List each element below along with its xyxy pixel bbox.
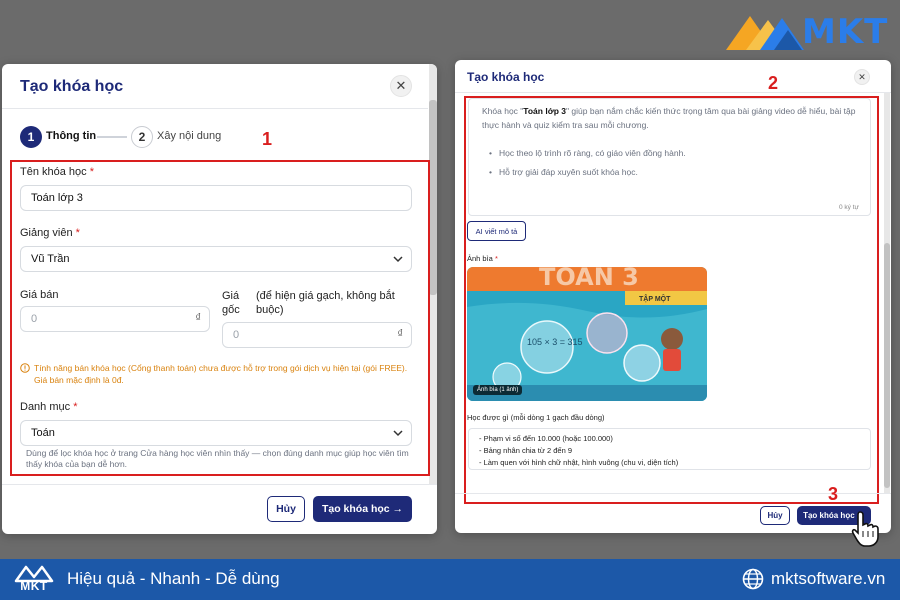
learn-label: Học được gì (mỗi dòng 1 gạch đầu dòng) (467, 413, 605, 422)
annotation-number-2: 2 (768, 73, 779, 93)
cover-ribbon: TẬP MỘT (639, 294, 671, 303)
brand-logo: MKT (724, 10, 894, 56)
cover-label: Ảnh bìa * (467, 254, 498, 263)
create-course-dialog-info: Tạo khóa học ✕ 1 Thông tin 2 Xây nội dun… (2, 64, 437, 534)
annotation-number-1: 1 (262, 129, 273, 149)
step-connector (97, 136, 127, 138)
scroll-thumb[interactable] (429, 100, 437, 295)
info-warning-icon (20, 363, 30, 373)
category-hint: Dùng để lọc khóa học ở trang Cửa hàng họ… (26, 448, 409, 469)
create-course-button[interactable]: Tạo khóa học → (313, 496, 412, 522)
divider (455, 92, 891, 93)
step-1-label[interactable]: Thông tin (46, 130, 96, 142)
cover-title: TOÁN 3 (539, 267, 639, 291)
description-bullet: Hỗ trợ giải đáp xuyên suốt khóa học. (489, 167, 638, 177)
divider (2, 108, 428, 109)
step-2-indicator[interactable]: 2 (131, 126, 153, 148)
description-text: Khóa học "Toán lớp 3" giúp bạn nắm chắc … (482, 106, 856, 130)
teacher-label: Giảng viên * (20, 227, 80, 239)
category-label: Danh mục * (20, 401, 78, 413)
char-count: 0 ký tự (839, 204, 859, 211)
price-label: Giá bán (20, 289, 59, 301)
footer-slogan: Hiệu quả - Nhanh - Dễ dùng (67, 569, 280, 588)
cover-illustration: TOÁN 3 TẬP MỘT 105 × 3 = 315 (467, 267, 707, 401)
step-1-indicator[interactable]: 1 (20, 126, 42, 148)
scrollbar[interactable] (429, 64, 437, 484)
category-select[interactable]: Toán (20, 420, 412, 446)
original-price-note: (để hiện giá gạch, không bắt buộc) (256, 290, 395, 316)
cancel-button[interactable]: Hủy (267, 496, 305, 522)
step-2-label[interactable]: Xây nội dung (157, 130, 221, 142)
cover-math: 105 × 3 = 315 (527, 337, 583, 347)
currency-symbol: ₫ (195, 312, 201, 324)
chevron-down-icon (393, 256, 403, 263)
close-button[interactable]: ✕ (390, 75, 412, 97)
footer-bar: MKT Hiệu quả - Nhanh - Dễ dùng mktsoftwa… (0, 559, 900, 600)
course-name-label: Tên khóa học * (20, 166, 94, 178)
description-bullet: Học theo lộ trình rõ ràng, có giáo viên … (489, 148, 686, 158)
footer-website[interactable]: mktsoftware.vn (771, 569, 885, 589)
ai-write-description-button[interactable]: AI viết mô tả (467, 221, 526, 241)
globe-icon (742, 568, 764, 590)
payment-warning: Tính năng bán khóa học (Cổng thanh toán)… (20, 362, 418, 386)
learn-line: - Bảng nhân chia từ 2 đến 9 (479, 446, 573, 455)
original-price-input[interactable]: 0 ₫ (222, 322, 412, 348)
close-button[interactable]: ✕ (854, 69, 870, 85)
footer-logo-text: MKT (20, 579, 48, 593)
hand-pointer-icon (851, 511, 879, 547)
annotation-number-3: 3 (828, 484, 839, 504)
brand-name: MKT (802, 12, 889, 52)
scrollbar[interactable] (884, 93, 890, 493)
chevron-down-icon (393, 430, 403, 437)
course-name-input[interactable]: Toán lớp 3 (20, 185, 412, 211)
create-course-dialog-content: Tạo khóa học ✕ Khóa học "Toán lớp 3" giú… (455, 60, 891, 533)
divider (455, 493, 891, 494)
learn-line: - Làm quen với hình chữ nhật, hình vuông… (479, 458, 679, 467)
scroll-thumb[interactable] (884, 243, 890, 488)
price-input[interactable]: 0 ₫ (20, 306, 210, 332)
mkt-logo-icon (726, 16, 804, 50)
teacher-select[interactable]: Vũ Trần (20, 246, 412, 272)
learn-line: - Phạm vi số đến 10.000 (hoặc 100.000) (479, 434, 613, 443)
divider (2, 484, 437, 485)
cover-image[interactable]: TOÁN 3 TẬP MỘT 105 × 3 = 315 (467, 267, 707, 401)
dialog-title: Tạo khóa học (467, 70, 545, 84)
cancel-button[interactable]: Hủy (760, 506, 790, 525)
cover-count-badge: Ảnh bìa (1 ảnh) (473, 385, 523, 395)
currency-symbol: ₫ (397, 328, 403, 340)
dialog-title: Tạo khóa học (20, 78, 124, 95)
original-price-label: Giá gốc (222, 290, 240, 316)
